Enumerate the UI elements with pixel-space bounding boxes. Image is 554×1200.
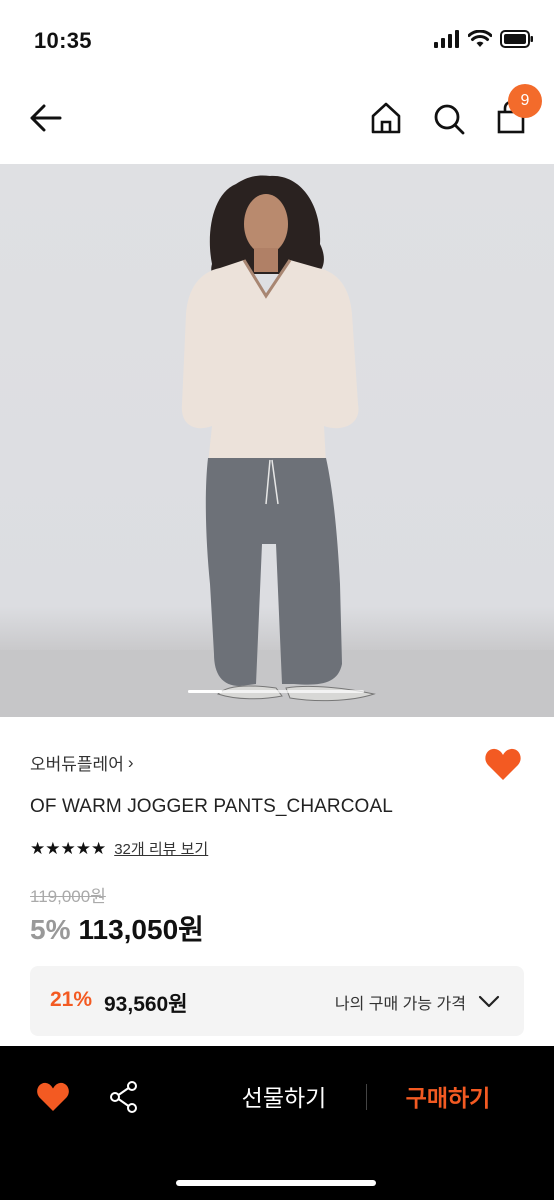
brand-name: 오버듀플레어 bbox=[30, 755, 124, 774]
divider bbox=[366, 1084, 367, 1110]
wifi-icon bbox=[468, 30, 492, 47]
my-price-box[interactable]: 21% 93,560원 나의 구매 가능 가격 bbox=[30, 966, 524, 1036]
chevron-down-icon[interactable] bbox=[478, 990, 500, 1012]
search-icon[interactable] bbox=[430, 98, 468, 138]
back-arrow-icon[interactable] bbox=[26, 98, 66, 138]
signal-icon bbox=[434, 30, 459, 48]
share-icon[interactable] bbox=[108, 1080, 140, 1114]
my-price: 93,560원 bbox=[104, 993, 188, 1016]
bottom-action-bar: 선물하기 구매하기 bbox=[0, 1046, 554, 1200]
rating-row: ★★★★★ 32개 리뷰 보기 bbox=[30, 838, 208, 859]
nav-bar bbox=[0, 80, 554, 164]
discount-rate: 5% bbox=[30, 914, 71, 945]
my-price-label: 나의 구매 가능 가격 bbox=[334, 996, 466, 1013]
product-title: OF WARM JOGGER PANTS_CHARCOAL bbox=[30, 796, 393, 817]
brand-link[interactable]: 오버듀플레어 › bbox=[30, 750, 134, 775]
chevron-right-icon: › bbox=[127, 752, 134, 772]
my-discount-rate: 21% bbox=[50, 988, 93, 1011]
original-price: 119,000원 bbox=[30, 887, 106, 906]
status-bar: 10:35 bbox=[0, 0, 554, 80]
sale-price: 113,050원 bbox=[78, 914, 204, 945]
image-pager-active bbox=[188, 690, 222, 693]
wishlist-heart-icon[interactable] bbox=[36, 1082, 70, 1112]
model-photo bbox=[0, 175, 554, 717]
home-indicator bbox=[176, 1180, 376, 1186]
home-icon[interactable] bbox=[368, 98, 404, 138]
review-link[interactable]: 32개 리뷰 보기 bbox=[114, 838, 208, 859]
battery-icon bbox=[500, 30, 533, 48]
cart-count-badge: 9 bbox=[508, 84, 542, 118]
buy-button[interactable]: 구매하기 bbox=[392, 1076, 504, 1116]
status-icons bbox=[434, 30, 534, 48]
price-row: 5% 113,050원 bbox=[30, 908, 204, 948]
gift-button[interactable]: 선물하기 bbox=[224, 1076, 344, 1116]
heart-icon[interactable] bbox=[484, 748, 522, 782]
rating-stars: ★★★★★ bbox=[30, 838, 107, 858]
status-time: 10:35 bbox=[34, 28, 92, 53]
product-image[interactable] bbox=[0, 164, 554, 717]
